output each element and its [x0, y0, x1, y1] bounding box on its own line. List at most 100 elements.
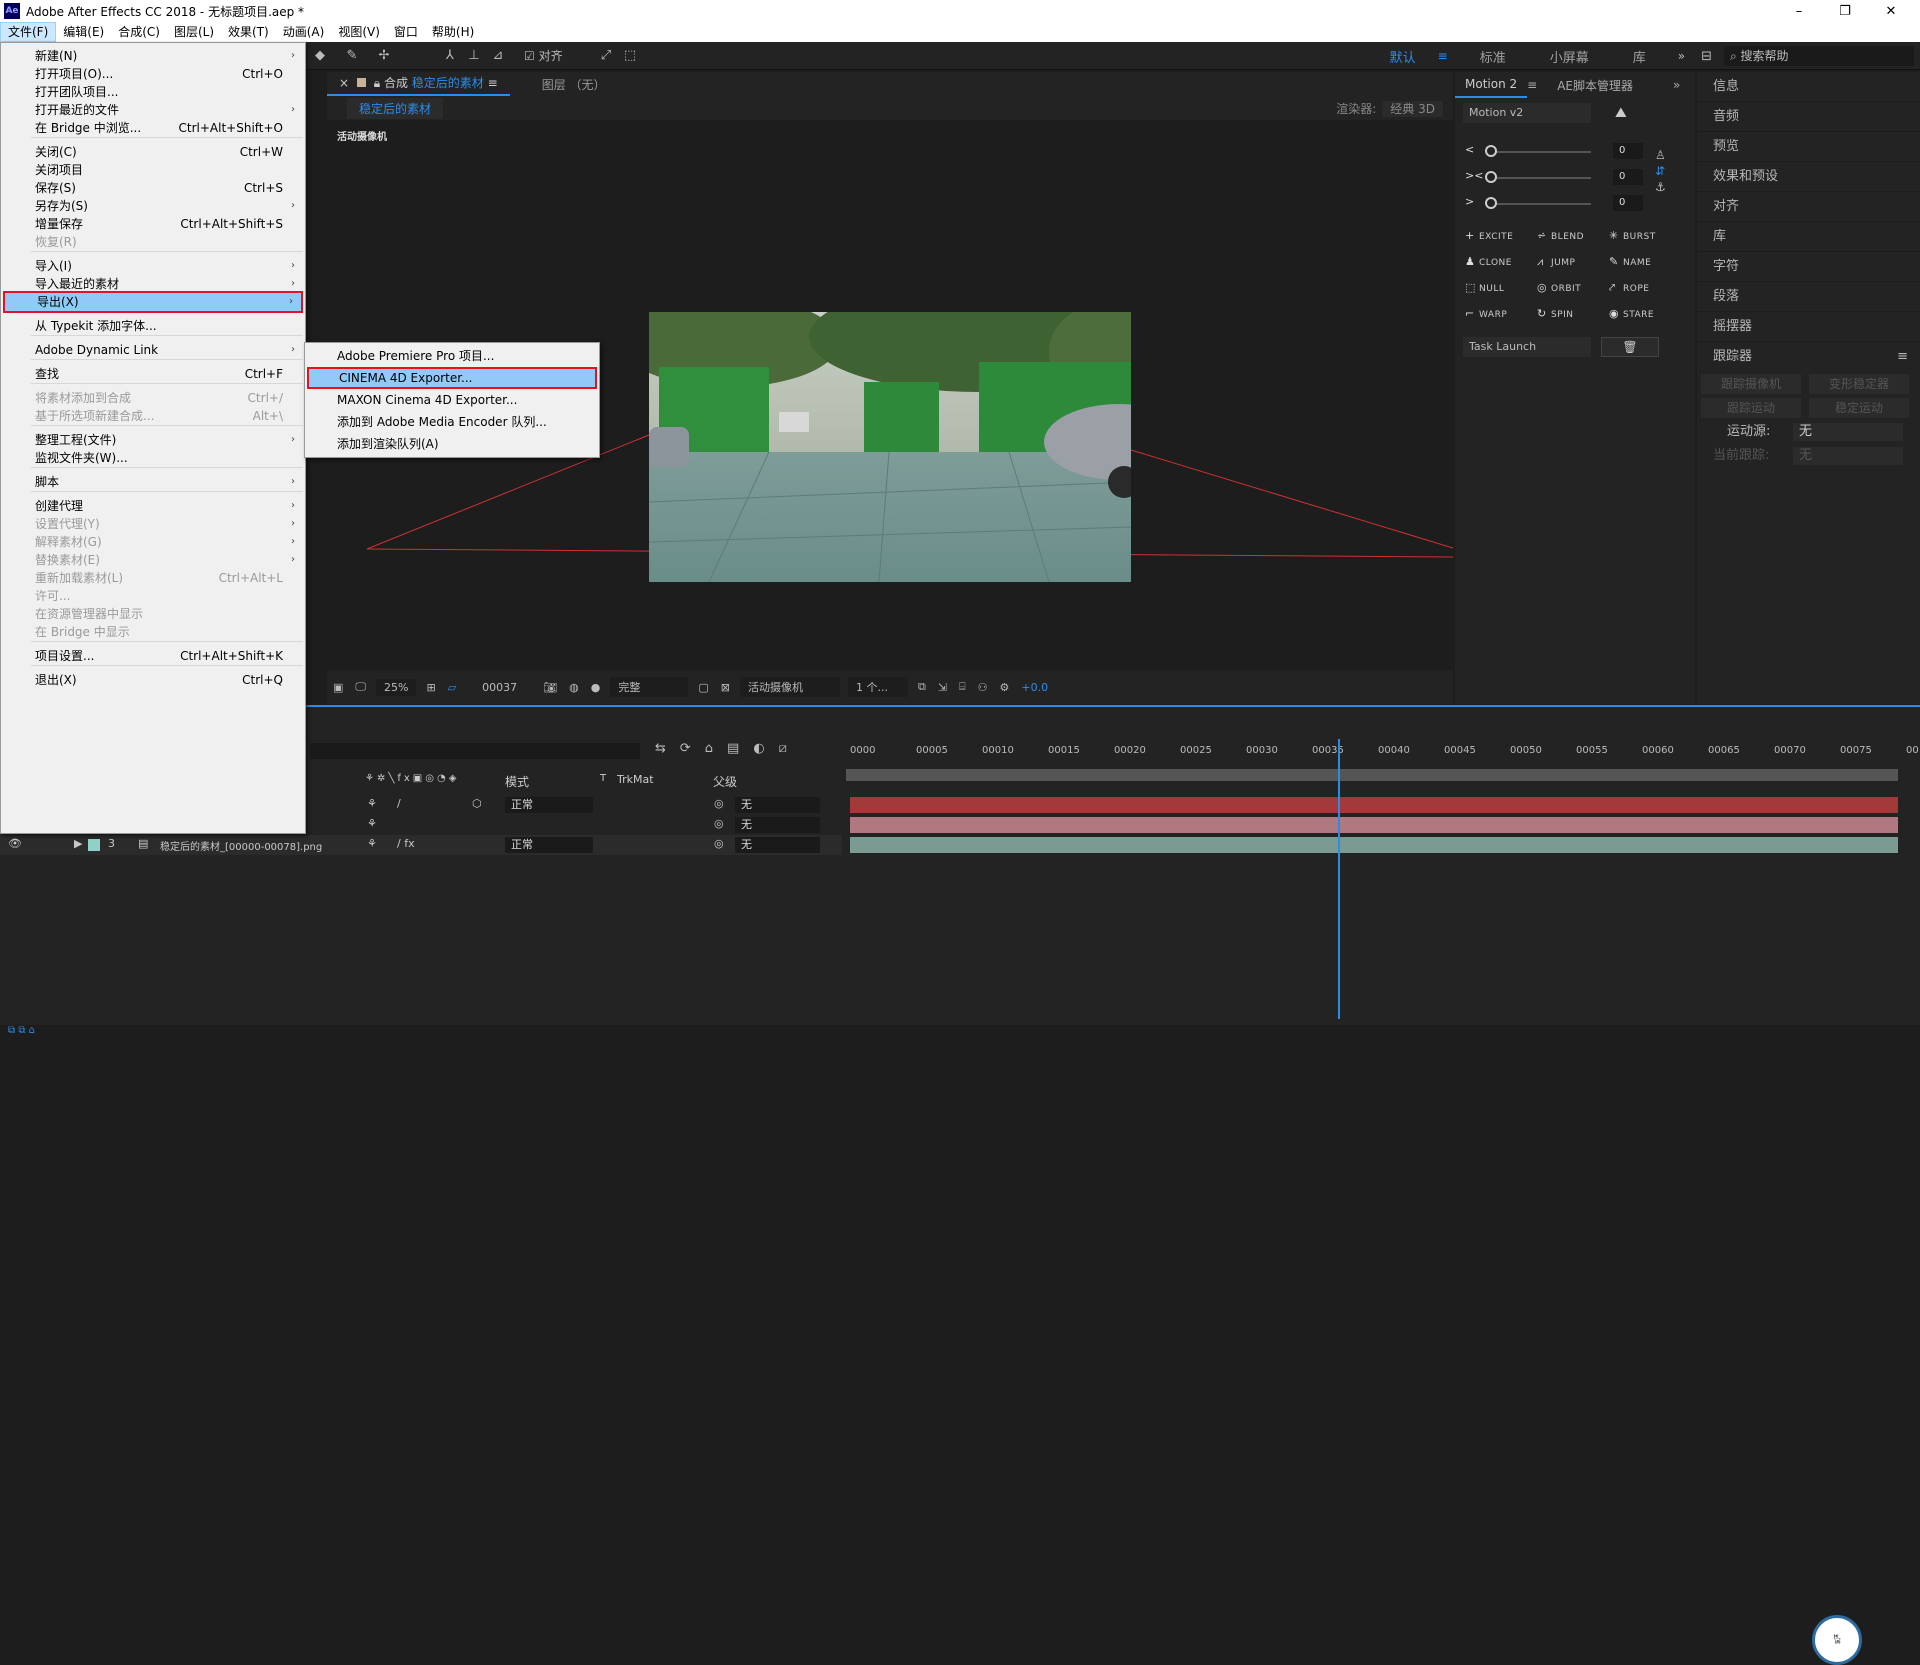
transparency-grid-icon[interactable]: ⊠ [721, 681, 730, 694]
local-axis-icon[interactable]: ⅄ [442, 48, 458, 64]
show-snapshot-icon[interactable]: ◍ [569, 681, 579, 694]
snap-edges-icon[interactable]: ⤢ [598, 48, 614, 64]
spin-button[interactable]: ↻ SPIN [1537, 305, 1607, 323]
parent-dropdown[interactable]: 无 [735, 797, 820, 813]
tab-composition[interactable]: × 🔒︎ 合成 稳定后的素材 ≡ [327, 72, 510, 96]
close-tab-icon[interactable]: × [339, 76, 349, 90]
view-axis-icon[interactable]: ⊿ [490, 48, 506, 64]
workspace-standard[interactable]: 标准 [1458, 47, 1528, 66]
pickwhip-icon[interactable]: ◎ [714, 797, 724, 810]
excite-button[interactable]: + EXCITE [1465, 227, 1535, 245]
toggle-mask-icon[interactable]: ▱ [448, 681, 456, 694]
blend-mode-dropdown[interactable]: 正常 [505, 837, 593, 853]
slider-knob[interactable] [1485, 197, 1497, 209]
tab-menu-icon[interactable]: ≡ [488, 76, 498, 90]
file-menu-item[interactable]: 恢复(R) [3, 231, 303, 253]
panel-info[interactable]: 信息 [1697, 72, 1920, 102]
name-button[interactable]: ✎ NAME [1609, 253, 1679, 271]
playhead[interactable] [1338, 739, 1340, 1019]
zoom-dropdown[interactable]: 25% [376, 678, 417, 696]
track-motion-button[interactable]: 跟踪运动 [1701, 398, 1801, 418]
slider-track[interactable] [1491, 151, 1591, 153]
blend-mode-dropdown[interactable]: 正常 [505, 797, 593, 813]
blend-button[interactable]: ⩫ BLEND [1537, 227, 1607, 245]
label-color-swatch[interactable] [88, 839, 100, 851]
slider-value-3[interactable]: 0 [1613, 195, 1643, 211]
slider-track[interactable] [1491, 203, 1591, 205]
motion-preset-dropdown[interactable]: Motion v2 [1463, 103, 1591, 123]
safe-zones-icon[interactable]: ⊞ [426, 681, 435, 694]
restore-button[interactable]: ❐ [1822, 0, 1868, 22]
layer-duration-bar[interactable] [850, 837, 1898, 853]
panel-menu-icon[interactable]: ≡ [1527, 78, 1537, 92]
task-launch-dropdown[interactable]: Task Launch [1463, 337, 1591, 357]
jump-button[interactable]: ⩘ JUMP [1537, 253, 1607, 271]
panel-libraries[interactable]: 库 [1697, 222, 1920, 252]
export-submenu-item[interactable]: CINEMA 4D Exporter... [307, 367, 597, 389]
menu-animation[interactable]: 动画(A) [276, 22, 332, 42]
timeline-switch-icons[interactable]: ⇆⟳⌂▤◐⧄ [655, 741, 801, 756]
time-ruler[interactable]: 0000 00005 00010 00015 00020 00025 00030 00035 0… [846, 739, 1919, 761]
region-of-interest-icon[interactable]: ▢ [698, 681, 708, 694]
export-submenu-item[interactable]: Adobe Premiere Pro 项目... [307, 345, 597, 367]
orbit-button[interactable]: ◎ ORBIT [1537, 279, 1607, 297]
more-workspaces-icon[interactable]: » [1678, 49, 1685, 63]
trash-icon[interactable]: 🗑︎ [1601, 337, 1659, 357]
layer-duration-bar[interactable] [850, 817, 1898, 833]
monitor-icon[interactable]: 🖵︎ [355, 680, 366, 694]
puppet-pin-tool-icon[interactable]: ✢ [376, 48, 392, 64]
file-menu-item[interactable]: Adobe Dynamic Link › [3, 339, 303, 361]
work-area-bar[interactable] [846, 769, 1898, 781]
menu-composition[interactable]: 合成(C) [111, 22, 167, 42]
clone-button[interactable]: ♟ CLONE [1465, 253, 1535, 271]
workspace-default[interactable]: 默认 [1368, 47, 1438, 66]
more-tabs-icon[interactable]: » [1673, 78, 1680, 92]
null-button[interactable]: ⬚ NULL [1465, 279, 1535, 297]
tab-motion2[interactable]: Motion 2 [1455, 72, 1528, 98]
stabilize-motion-button[interactable]: 稳定运动 [1809, 398, 1909, 418]
tracker-title[interactable]: 跟踪器 ≡ [1697, 342, 1920, 372]
current-timecode[interactable]: 00037 [482, 681, 517, 694]
color-channels-icon[interactable]: ● [591, 681, 601, 694]
tab-ae-script-manager[interactable]: AE脚本管理器 [1547, 77, 1643, 94]
workspace-small-screen[interactable]: 小屏幕 [1528, 47, 1611, 66]
world-axis-icon[interactable]: ⊥ [466, 48, 482, 64]
parent-dropdown[interactable]: 无 [735, 837, 820, 853]
fast-previews-icon[interactable]: ⇲ [938, 681, 947, 694]
slider-track[interactable] [1491, 177, 1591, 179]
snap-toggle[interactable]: ☑ 对齐 [524, 48, 563, 64]
panel-layout-icon[interactable]: ⊟ [1701, 49, 1712, 64]
menu-view[interactable]: 视图(V) [331, 22, 387, 42]
track-camera-button[interactable]: 跟踪摄像机 [1701, 374, 1801, 394]
hamburger-icon[interactable]: ≡ [1438, 49, 1448, 63]
menu-file[interactable]: 文件(F) [0, 22, 57, 42]
menu-effect[interactable]: 效果(T) [221, 22, 276, 42]
flowchart-icon[interactable]: ⚇ [978, 681, 988, 694]
menu-help[interactable]: 帮助(H) [425, 22, 481, 42]
file-menu-item[interactable]: 脚本 › [3, 471, 303, 493]
quality-icon[interactable]: / [397, 797, 401, 810]
timeline-search-input[interactable] [310, 743, 640, 759]
file-menu-item[interactable]: 查找 Ctrl+F [3, 363, 303, 385]
file-menu-item[interactable]: 基于所选项新建合成... Alt+\ [3, 405, 303, 427]
slider-knob[interactable] [1485, 145, 1497, 157]
lock-icon[interactable]: 🔒︎ [374, 76, 380, 90]
exposure-value[interactable]: +0.0 [1021, 681, 1048, 694]
panel-align[interactable]: 对齐 [1697, 192, 1920, 222]
anchor-icons[interactable]: ♙ ⇵ ⚓ [1655, 147, 1666, 195]
menu-layer[interactable]: 图层(L) [167, 22, 221, 42]
status-icons[interactable]: ⧉ ⧉ ⌂ [8, 1025, 35, 1036]
resolution-dropdown[interactable]: 完整 [610, 677, 689, 697]
shy-icon[interactable]: ⚘ [367, 837, 377, 850]
file-menu-item[interactable]: 监视文件夹(W)... [3, 447, 303, 469]
eye-visibility-icon[interactable]: 👁︎ [8, 837, 22, 850]
3d-layer-icon[interactable]: ⬡ [472, 797, 482, 810]
pickwhip-icon[interactable]: ◎ [714, 837, 724, 850]
file-menu-item[interactable]: 在 Bridge 中显示 [3, 621, 303, 643]
panel-character[interactable]: 字符 [1697, 252, 1920, 282]
export-submenu-item[interactable]: MAXON Cinema 4D Exporter... [307, 389, 597, 411]
shy-icon[interactable]: ⚘ [367, 797, 377, 810]
file-menu-item[interactable]: 在 Bridge 中浏览... Ctrl+Alt+Shift+O [3, 117, 303, 139]
panel-wiggler[interactable]: 摇摆器 [1697, 312, 1920, 342]
fx-icon[interactable]: / fx [397, 837, 415, 850]
